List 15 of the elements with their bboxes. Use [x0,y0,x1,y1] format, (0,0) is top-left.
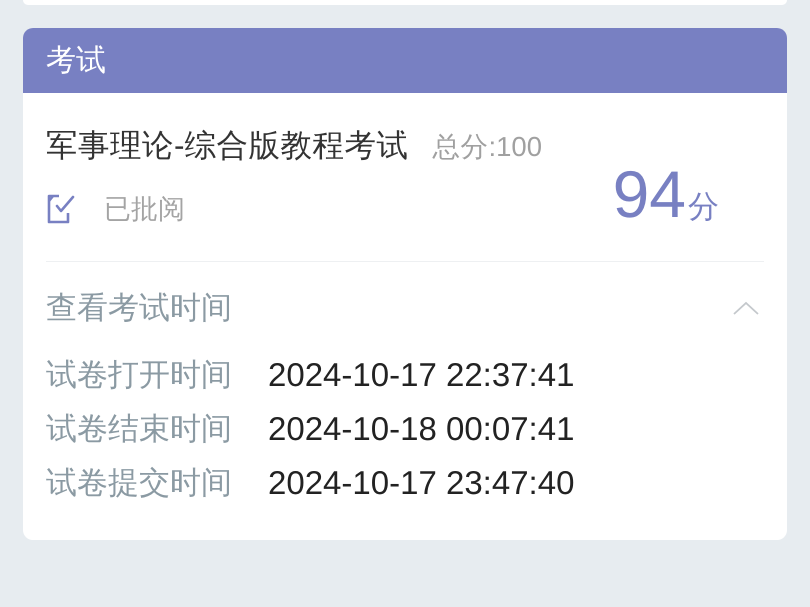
time-label: 试卷结束时间 [46,410,233,448]
time-value: 2024-10-17 23:47:40 [268,463,574,503]
review-status: 已批阅 [104,193,185,225]
view-exam-time-label: 查看考试时间 [46,289,232,327]
time-value: 2024-10-17 22:37:41 [268,355,574,395]
exam-title: 军事理论-综合版教程考试 [46,126,408,165]
section-title: 考试 [46,43,106,79]
time-label: 试卷提交时间 [46,464,233,502]
time-label: 试卷打开时间 [46,356,233,394]
time-value: 2024-10-18 00:07:41 [268,409,574,449]
document-check-icon [46,193,76,225]
total-score: 总分:100 [432,130,542,164]
chevron-up-icon[interactable] [733,301,759,315]
view-exam-time-toggle[interactable]: 查看考试时间 [46,262,764,328]
exam-score: 94分 [612,161,719,227]
